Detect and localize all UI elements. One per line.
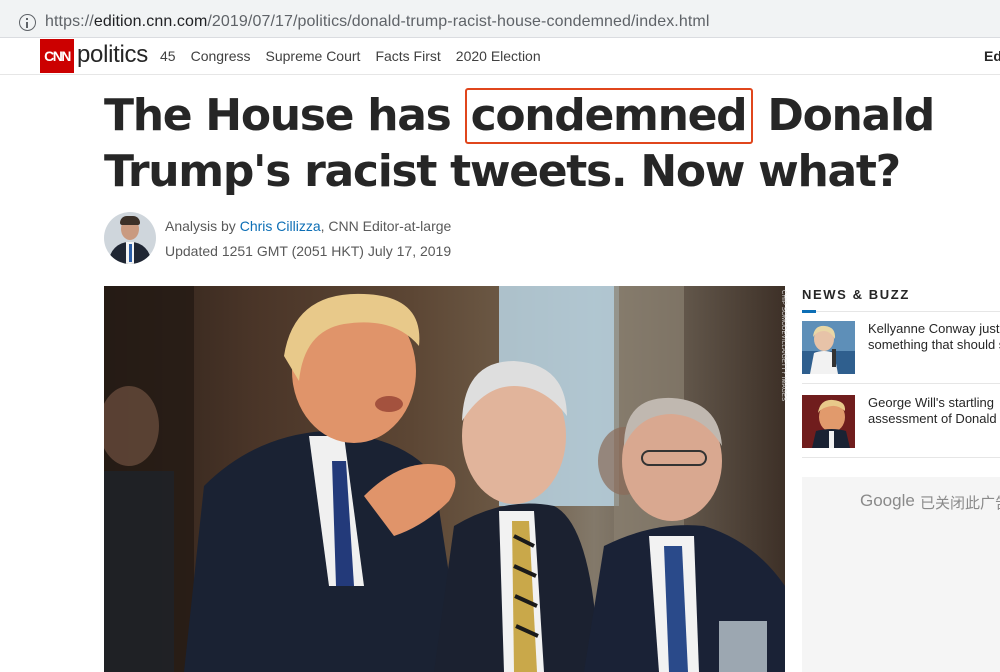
url-text[interactable]: https://edition.cnn.com/2019/07/17/polit… <box>45 13 709 31</box>
byline: Analysis by Chris Cillizza, CNN Editor-a… <box>165 218 451 234</box>
buzz-headline-line1: George Will's startling <box>868 395 995 410</box>
buzz-divider <box>802 383 1000 384</box>
edition-link[interactable]: Ed <box>984 48 1000 64</box>
avatar-hair <box>120 216 140 225</box>
nav-items: 45 Congress Supreme Court Facts First 20… <box>160 48 541 64</box>
url-scheme: https:// <box>45 13 94 30</box>
buzz-headline: George Will's startling assessment of Don… <box>868 395 1000 427</box>
news-buzz-rule <box>802 311 1000 312</box>
avatar-tie <box>128 244 132 262</box>
highlighted-word: condemned <box>464 88 754 144</box>
cnn-logo[interactable]: CNN <box>40 39 74 73</box>
url-host: edition.cnn.com <box>93 13 208 30</box>
byline-prefix: Analysis by <box>165 218 240 234</box>
photo-credit: CHIP SOMODEVILLA/GETTY IMAGES <box>776 290 786 402</box>
buzz-headline-line2: assessment of Donald Tr <box>868 411 1000 426</box>
nav-item-congress[interactable]: Congress <box>191 48 251 64</box>
news-buzz-accent <box>802 310 816 313</box>
info-icon[interactable] <box>19 14 36 31</box>
ad-closed-text: 已关闭此广告 <box>920 494 1000 512</box>
buzz-thumbnail <box>802 321 855 374</box>
buzz-item-george-will[interactable]: George Will's startling assessment of Don… <box>802 395 1000 455</box>
article-photo[interactable] <box>104 286 785 672</box>
google-ad-label: Google <box>860 491 915 510</box>
buzz-thumbnail <box>802 395 855 448</box>
ad-slot: Google 已关闭此广告 <box>802 477 1000 672</box>
buzz-headline: Kellyanne Conway just sasomething that s… <box>868 321 1000 353</box>
photo-credit-text: CHIP SOMODEVILLA/GETTY IMAGES <box>780 290 786 402</box>
url-path: /2019/07/17/politics/donald-trump-racist… <box>207 13 710 30</box>
updated-timestamp: Updated 1251 GMT (2051 HKT) July 17, 201… <box>165 243 452 259</box>
buzz-item-conway[interactable]: Kellyanne Conway just sasomething that s… <box>802 321 1000 381</box>
cnn-logo-text: CNN <box>44 48 71 64</box>
buzz-headline-line1: Kellyanne Conway just sa <box>868 321 1000 336</box>
trump-thumbnail-image <box>802 395 855 448</box>
nav-item-facts-first[interactable]: Facts First <box>375 48 440 64</box>
author-link[interactable]: Chris Cillizza <box>240 218 321 234</box>
photo-illustration <box>104 286 785 672</box>
page-title: The House has condemned Donald Trump's r… <box>104 88 994 200</box>
url-field[interactable]: https://edition.cnn.com/2019/07/17/polit… <box>4 4 1000 34</box>
nav-item-45[interactable]: 45 <box>160 48 176 64</box>
buzz-headline-line2: something that should st <box>868 337 1000 352</box>
nav-item-2020-election[interactable]: 2020 Election <box>456 48 541 64</box>
buzz-divider <box>802 457 1000 458</box>
news-buzz-heading: NEWS & BUZZ <box>802 287 910 302</box>
site-nav: CNN politics 45 Congress Supreme Court F… <box>0 38 1000 75</box>
conway-thumbnail-image <box>802 321 855 374</box>
browser-address-bar: https://edition.cnn.com/2019/07/17/polit… <box>0 0 1000 38</box>
headline-start: The House has <box>104 90 465 141</box>
section-name[interactable]: politics <box>77 41 148 69</box>
author-title: , CNN Editor-at-large <box>320 218 452 234</box>
nav-item-supreme-court[interactable]: Supreme Court <box>266 48 361 64</box>
author-avatar[interactable] <box>104 212 156 264</box>
